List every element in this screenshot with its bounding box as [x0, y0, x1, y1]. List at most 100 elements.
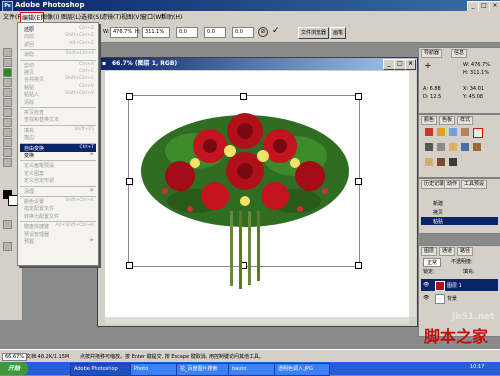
task-browser[interactable]: 花_百度图片搜索	[176, 363, 232, 376]
edit-menu-item[interactable]: 自由变换	[24, 145, 44, 152]
style-swatch[interactable]	[437, 143, 445, 151]
edit-menu-item[interactable]: 填充	[24, 127, 34, 134]
style-swatch[interactable]	[425, 128, 433, 136]
history-item[interactable]: 拷贝	[421, 208, 498, 216]
brushes-tab[interactable]: 画笔	[330, 27, 347, 39]
style-swatch[interactable]	[473, 128, 483, 138]
tab-channels[interactable]: 通道	[439, 247, 456, 256]
menu-help[interactable]: 帮助(H)	[160, 12, 183, 21]
transform-handle[interactable]	[355, 178, 362, 185]
eraser-tool-icon[interactable]	[3, 118, 12, 127]
style-swatch[interactable]	[449, 158, 457, 166]
h-skew-field[interactable]: 0.0	[204, 27, 226, 38]
quick-mask-icon[interactable]	[3, 220, 12, 229]
task-photo[interactable]: Photo	[130, 363, 180, 376]
tab-tool-presets[interactable]: 工具预设	[461, 180, 488, 189]
gradient-tool-icon[interactable]	[3, 128, 12, 137]
screen-mode-icon[interactable]	[3, 242, 12, 251]
edit-menu-item[interactable]: 向前	[24, 33, 34, 40]
style-swatch[interactable]	[449, 143, 457, 151]
path-tool-icon[interactable]	[3, 148, 12, 157]
edit-menu-item[interactable]: 定义画笔预设	[24, 162, 54, 169]
tab-swatches[interactable]: 色板	[439, 116, 456, 125]
eye-icon[interactable]: 👁	[423, 282, 429, 288]
style-swatch[interactable]	[461, 128, 469, 136]
task-image[interactable]: 透明色调入.JPG	[274, 363, 330, 376]
edit-menu-item[interactable]: 渐隐	[24, 51, 34, 58]
tab-styles[interactable]: 样式	[457, 116, 474, 125]
menu-image[interactable]: 图像(I)	[40, 12, 60, 21]
commit-transform-icon[interactable]: ✓	[272, 27, 280, 36]
edit-menu-item[interactable]: 拼写检查	[24, 109, 44, 116]
lasso-tool-icon[interactable]	[3, 58, 12, 67]
style-swatch[interactable]	[449, 128, 457, 136]
tab-actions[interactable]: 动作	[444, 180, 461, 189]
green-circle-icon[interactable]	[3, 68, 12, 77]
marquee-tool-icon[interactable]	[3, 48, 12, 57]
start-button[interactable]: 开始	[0, 362, 28, 375]
transform-handle[interactable]	[240, 93, 247, 100]
layer-row[interactable]: 👁 背景	[421, 292, 498, 304]
stamp-tool-icon[interactable]	[3, 108, 12, 117]
tab-layers[interactable]: 图层	[421, 247, 438, 256]
vertical-scrollbar[interactable]	[409, 71, 416, 317]
layer-row-selected[interactable]: 👁 图层 1	[421, 279, 498, 291]
tab-info[interactable]: 信息	[451, 49, 468, 58]
edit-menu-item[interactable]: 指定配置文件	[24, 205, 54, 212]
tab-paths[interactable]: 路径	[457, 247, 474, 256]
edit-menu-item[interactable]: 拷贝	[24, 69, 34, 76]
edit-menu-item[interactable]: 剪切	[24, 62, 34, 69]
transform-handle[interactable]	[355, 262, 362, 269]
edit-menu-item[interactable]: 粘贴入	[24, 91, 39, 98]
zoom-field[interactable]: 66.67%	[2, 353, 28, 361]
style-swatch[interactable]	[461, 143, 469, 151]
edit-menu-item[interactable]: 返回	[24, 41, 34, 48]
transform-handle[interactable]	[126, 93, 133, 100]
file-browser-tab[interactable]: 文件浏览器	[298, 27, 330, 39]
style-swatch[interactable]	[425, 143, 433, 151]
style-swatch[interactable]	[437, 128, 445, 136]
edit-menu-item[interactable]: 变换	[24, 152, 34, 159]
dodge-tool-icon[interactable]	[3, 138, 12, 147]
menu-layer[interactable]: 图层(L)	[60, 12, 82, 21]
brush-tool-icon[interactable]	[3, 98, 12, 107]
crop-tool-icon[interactable]	[3, 78, 12, 87]
canvas[interactable]	[105, 71, 409, 317]
transform-handle[interactable]	[126, 178, 133, 185]
h-field[interactable]: 311.1%	[142, 27, 170, 38]
eye-icon[interactable]: 👁	[423, 295, 429, 301]
edit-menu-item[interactable]: 清理	[24, 188, 34, 195]
style-swatch[interactable]	[437, 158, 445, 166]
edit-menu-item[interactable]: 合并拷贝	[24, 76, 44, 83]
edit-menu-item[interactable]: 预设管理器	[24, 231, 49, 238]
edit-menu-item[interactable]: 预置	[24, 238, 34, 245]
history-item-selected[interactable]: 粘贴	[421, 217, 498, 225]
edit-menu-item[interactable]: 转换为配置文件	[24, 213, 59, 220]
edit-menu-item[interactable]: 查找和替换文本	[24, 116, 59, 123]
edit-menu-item[interactable]: 清除	[24, 99, 34, 106]
history-item[interactable]: 新建	[421, 199, 498, 207]
doc-close-button[interactable]: ×	[405, 59, 416, 70]
transform-handle[interactable]	[126, 262, 133, 269]
heal-tool-icon[interactable]	[3, 88, 12, 97]
task-photoshop[interactable]: Adobe Photoshop	[70, 363, 134, 376]
blend-mode-select[interactable]: 正常	[423, 258, 442, 267]
v-skew-field[interactable]: 0.0	[232, 27, 254, 38]
type-tool-icon[interactable]	[3, 158, 12, 167]
edit-menu-item[interactable]: 粘贴	[24, 84, 34, 91]
task-bauto[interactable]: bauto	[228, 363, 278, 376]
menu-filter[interactable]: 滤镜(T)	[100, 12, 122, 21]
edit-menu-item[interactable]: 描边	[24, 134, 34, 141]
cancel-transform-icon[interactable]: ⊘	[258, 27, 268, 37]
style-swatch[interactable]	[473, 143, 481, 151]
transform-handle[interactable]	[355, 93, 362, 100]
w-field[interactable]: 476.7%	[110, 27, 138, 38]
edit-menu-item[interactable]: 键盘快捷键	[24, 223, 49, 230]
tab-color[interactable]: 颜色	[421, 116, 438, 125]
angle-field[interactable]: 0.0	[176, 27, 198, 38]
tab-navigator[interactable]: 导航器	[421, 49, 443, 58]
style-swatch[interactable]	[425, 158, 433, 166]
horizontal-scrollbar[interactable]	[105, 317, 409, 324]
edit-menu-item[interactable]: 定义自定形状	[24, 177, 54, 184]
edit-menu-item[interactable]: 定义图案	[24, 170, 44, 177]
